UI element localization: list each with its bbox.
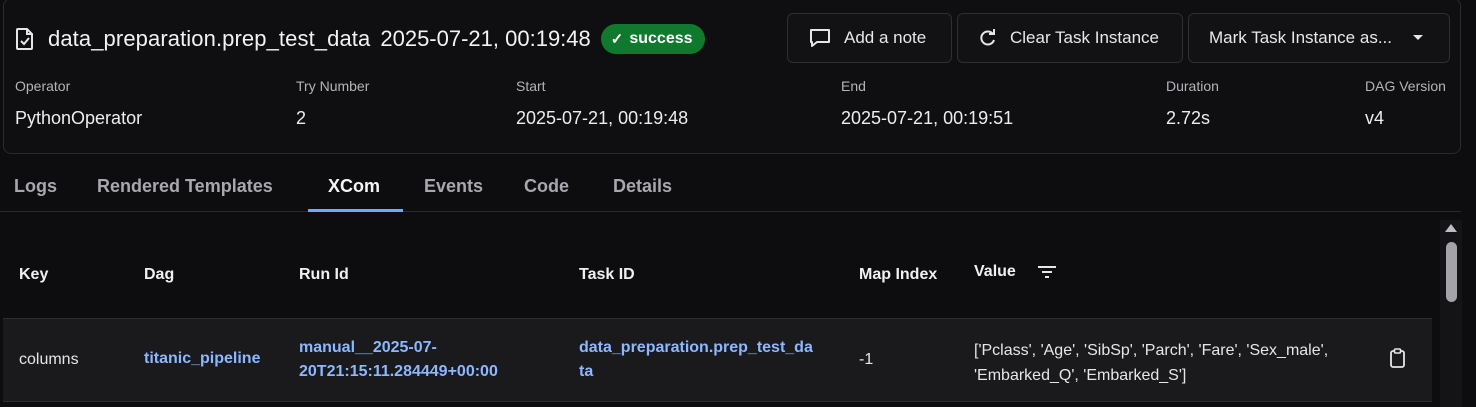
tab-events[interactable]: Events [424,176,483,197]
meta-duration-label: Duration [1166,78,1219,94]
column-header-value[interactable]: Value [974,263,1016,281]
meta-duration-value: 2.72s [1166,108,1211,128]
active-tab-indicator [308,209,403,212]
tab-xcom[interactable]: XCom [328,176,380,197]
tab-code[interactable]: Code [524,176,569,197]
caret-down-icon [1412,35,1423,40]
column-header-dag[interactable]: Dag [144,266,174,284]
row-run-id-line1: manual__2025-07- [299,339,437,356]
meta-try-number-value: 2 [296,108,307,128]
row-key: columns [19,351,79,368]
column-header-key[interactable]: Key [19,266,48,284]
row-task-id-line1: data_preparation.prep_test_da [579,339,813,356]
scrollbar-thumb[interactable] [1446,242,1457,302]
tab-rendered-templates[interactable]: Rendered Templates [97,176,273,197]
meta-try-number-label: Try Number [296,78,370,94]
mark-task-instance-dropdown[interactable]: Mark Task Instance as... [1188,13,1450,63]
scroll-up-arrow-icon[interactable] [1445,224,1457,232]
row-task-id-line2: ta [579,363,594,380]
add-note-label: Add a note [844,28,927,47]
tab-logs[interactable]: Logs [14,176,57,197]
row-run-id-link[interactable]: manual__2025-07- 20T21:15:11.284449+00:0… [299,336,498,384]
row-value-line2: 'Embarked_Q', 'Embarked_S'] [974,367,1187,384]
row-task-id-link[interactable]: data_preparation.prep_test_da ta [579,336,813,384]
meta-dag-version-value: v4 [1365,108,1385,128]
column-header-map-index[interactable]: Map Index [859,266,937,284]
column-header-task-id[interactable]: Task ID [579,266,635,284]
row-value: ['Pclass', 'Age', 'SibSp', 'Parch', 'Far… [974,338,1328,388]
status-badge: ✓ success [600,24,705,54]
meta-end-label: End [841,78,866,94]
tab-bar: Logs Rendered Templates XCom Events Code… [0,160,1461,212]
mark-task-instance-label: Mark Task Instance as... [1209,28,1392,47]
title-row: data_preparation.prep_test_data 2025-07-… [14,24,705,54]
row-run-id-line2: 20T21:15:11.284449+00:00 [299,363,498,380]
clear-task-instance-label: Clear Task Instance [1010,28,1159,47]
meta-operator-label: Operator [15,78,71,94]
clear-task-instance-button[interactable]: Clear Task Instance [957,13,1183,63]
task-date: 2025-07-21, 00:19:48 [380,26,591,51]
meta-start-value: 2025-07-21, 00:19:48 [516,108,689,128]
tab-details[interactable]: Details [613,176,672,197]
meta-dag-version-label: DAG Version [1365,78,1446,94]
add-note-button[interactable]: Add a note [787,13,952,63]
filter-icon[interactable] [1037,265,1057,279]
task-title: data_preparation.prep_test_data [48,26,371,51]
refresh-icon [980,29,995,46]
check-icon: ✓ [610,31,624,48]
meta-end-value: 2025-07-21, 00:19:51 [841,108,1014,128]
row-map-index: -1 [859,351,874,368]
row-dag-link[interactable]: titanic_pipeline [144,347,260,371]
meta-operator-value: PythonOperator [15,108,143,128]
status-badge-label: success [629,30,693,47]
note-icon [810,29,830,47]
meta-start-label: Start [516,78,546,94]
document-check-icon [16,28,33,50]
clipboard-icon[interactable] [1389,348,1406,368]
row-value-line1: ['Pclass', 'Age', 'SibSp', 'Parch', 'Far… [974,342,1329,359]
column-header-run-id[interactable]: Run Id [299,266,349,284]
